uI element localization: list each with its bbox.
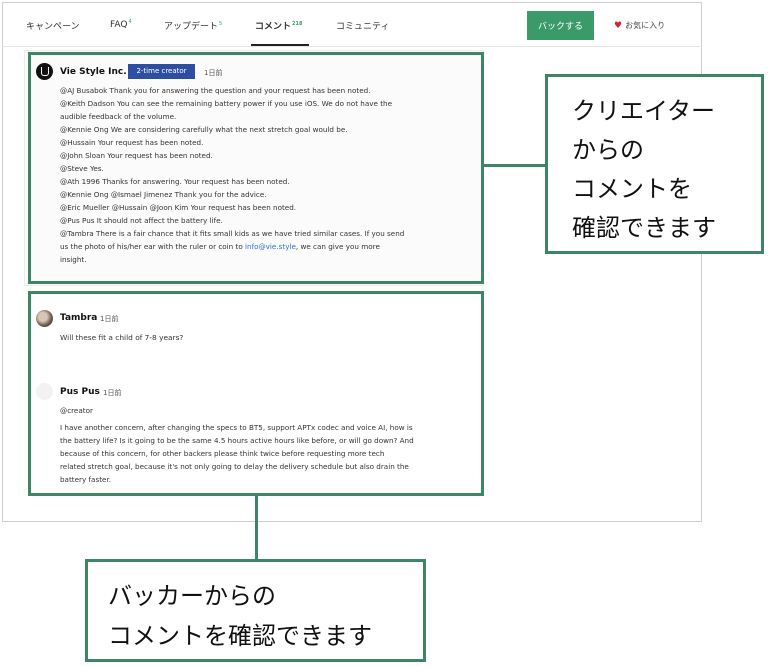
creator-comment-highlight [28,52,484,284]
callout-line: からの [572,136,644,164]
callout-line: コメントを確認できます [108,622,372,650]
callout-line: コメントを [572,175,692,203]
heart-icon: ♥ [614,21,623,31]
tab-faq[interactable]: FAQ4 [110,19,132,30]
favorite-label: お気に入り [625,21,666,30]
back-project-button[interactable]: バックする [527,11,594,40]
tab-comments[interactable]: コメント218 [255,19,302,32]
favorite-button[interactable]: ♥ お気に入り [614,20,665,31]
tab-updates-label: アップデート [164,22,219,32]
tab-bar: キャンペーン FAQ4 アップデート5 コメント218 コミュニティ バックする… [2,2,700,47]
active-tab-indicator [251,44,309,46]
backer-comment-callout: バッカーからの コメントを確認できます [85,559,426,662]
tab-campaign-label: キャンペーン [26,22,80,32]
tab-faq-label: FAQ [110,20,128,30]
tab-community[interactable]: コミュニティ [336,19,389,32]
backer-callout-connector [255,496,258,559]
tab-updates-count: 5 [219,21,223,27]
callout-line: 確認できます [572,214,716,242]
creator-comment-callout: クリエイター からの コメントを 確認できます [545,74,764,254]
tab-campaign[interactable]: キャンペーン [26,19,80,32]
tab-updates[interactable]: アップデート5 [164,19,222,32]
callout-line: クリエイター [572,97,716,125]
tab-comments-count: 218 [292,21,303,27]
backer-comment-highlight [28,291,484,496]
creator-callout-connector [484,164,545,167]
tab-comments-label: コメント [255,22,292,32]
callout-line: バッカーからの [108,582,276,610]
tab-faq-count: 4 [128,19,132,25]
tab-community-label: コミュニティ [336,22,390,32]
